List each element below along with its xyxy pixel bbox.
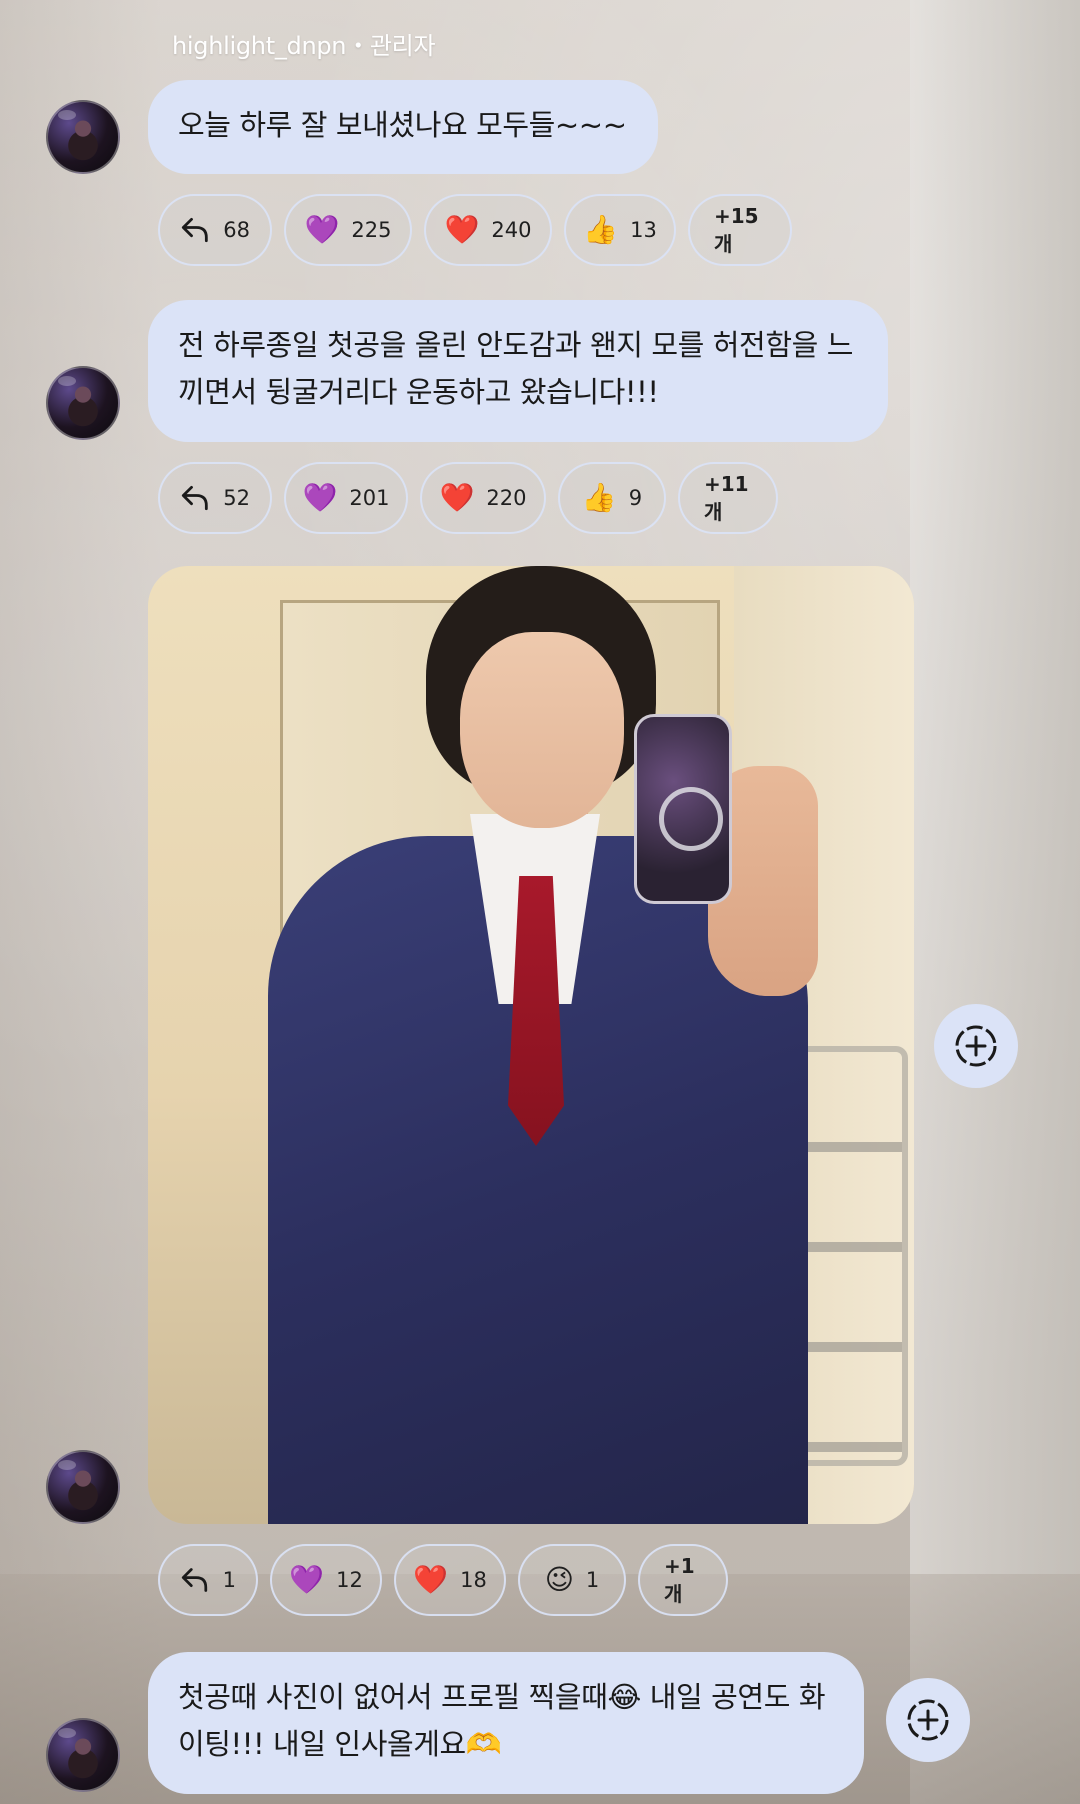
message-bubble[interactable]: 첫공때 사진이 없어서 프로필 찍을때😂 내일 공연도 화이팅!!! 내일 인사…: [148, 1652, 864, 1794]
reaction-count: 1: [585, 1568, 600, 1592]
reaction-count: 13: [630, 218, 657, 242]
add-reaction-icon: [907, 1699, 949, 1741]
add-reaction-icon: [955, 1025, 997, 1067]
reaction-count: 225: [351, 218, 392, 242]
message-text: 전 하루종일 첫공을 올린 안도감과 왠지 모를 허전함을 느끼면서 뒹굴거리다…: [178, 328, 853, 409]
reply-count: 52: [223, 486, 250, 510]
purple-heart-icon: 💜: [302, 481, 338, 514]
reaction-bar: 68 💜 225 ❤️ 240 👍 13 +15개: [158, 194, 792, 266]
reaction-thumbs-up[interactable]: 👍 9: [558, 462, 666, 534]
reply-count: 68: [223, 218, 250, 242]
author-avatar[interactable]: [46, 100, 120, 174]
message-text: 오늘 하루 잘 보내셨나요 모두들~~~: [178, 108, 627, 142]
author-avatar[interactable]: [46, 1450, 120, 1524]
author-avatar[interactable]: [46, 366, 120, 440]
reaction-purple-heart[interactable]: 💜 12: [270, 1544, 382, 1616]
reply-arrow-icon: [181, 1568, 208, 1592]
red-heart-icon: ❤️: [444, 213, 480, 246]
reaction-count: 9: [628, 486, 643, 510]
reaction-red-heart[interactable]: ❤️ 240: [424, 194, 552, 266]
more-reactions-label: +11개: [704, 471, 749, 524]
reaction-bar: 52 💜 201 ❤️ 220 👍 9 +11개: [158, 462, 778, 534]
reaction-count: 240: [491, 218, 532, 242]
message-bubble[interactable]: 오늘 하루 잘 보내셨나요 모두들~~~: [148, 80, 658, 174]
more-reactions-label: +1개: [664, 1553, 695, 1606]
reaction-red-heart[interactable]: ❤️ 220: [420, 462, 546, 534]
reaction-purple-heart[interactable]: 💜 201: [284, 462, 408, 534]
red-heart-icon: ❤️: [413, 1563, 449, 1596]
reply-button[interactable]: 68: [158, 194, 272, 266]
background-curtain: [910, 0, 1080, 1804]
author-label: highlight_dnpn・관리자: [172, 32, 436, 60]
reaction-count: 12: [336, 1568, 363, 1592]
reaction-count: 201: [349, 486, 390, 510]
reaction-purple-heart[interactable]: 💜 225: [284, 194, 412, 266]
reaction-count: 18: [460, 1568, 487, 1592]
reply-arrow-icon: [181, 217, 208, 243]
add-reaction-button[interactable]: [934, 1004, 1018, 1088]
more-reactions-label: +15개: [714, 203, 759, 256]
reaction-wink[interactable]: 😉 1: [518, 1544, 626, 1616]
reply-arrow-icon: [181, 485, 208, 511]
reply-button[interactable]: 52: [158, 462, 272, 534]
thumbs-up-icon: 👍: [581, 481, 617, 514]
red-heart-icon: ❤️: [439, 481, 475, 514]
reaction-count: 220: [486, 486, 527, 510]
reaction-thumbs-up[interactable]: 👍 13: [564, 194, 676, 266]
purple-heart-icon: 💜: [304, 213, 340, 246]
reply-button[interactable]: 1: [158, 1544, 258, 1616]
add-reaction-button[interactable]: [886, 1678, 970, 1762]
author-avatar[interactable]: [46, 1718, 120, 1792]
more-reactions-button[interactable]: +1개: [638, 1544, 728, 1616]
reaction-bar: 1 💜 12 ❤️ 18 😉 1 +1개: [158, 1544, 728, 1616]
thumbs-up-icon: 👍: [583, 213, 619, 246]
more-reactions-button[interactable]: +15개: [688, 194, 792, 266]
reply-count: 1: [222, 1568, 236, 1592]
wink-face-icon: 😉: [544, 1563, 574, 1596]
reaction-red-heart[interactable]: ❤️ 18: [394, 1544, 506, 1616]
message-photo[interactable]: [148, 566, 914, 1524]
purple-heart-icon: 💜: [289, 1563, 325, 1596]
more-reactions-button[interactable]: +11개: [678, 462, 778, 534]
message-text: 첫공때 사진이 없어서 프로필 찍을때😂 내일 공연도 화이팅!!! 내일 인사…: [178, 1680, 826, 1761]
message-bubble[interactable]: 전 하루종일 첫공을 올린 안도감과 왠지 모를 허전함을 느끼면서 뒹굴거리다…: [148, 300, 888, 442]
